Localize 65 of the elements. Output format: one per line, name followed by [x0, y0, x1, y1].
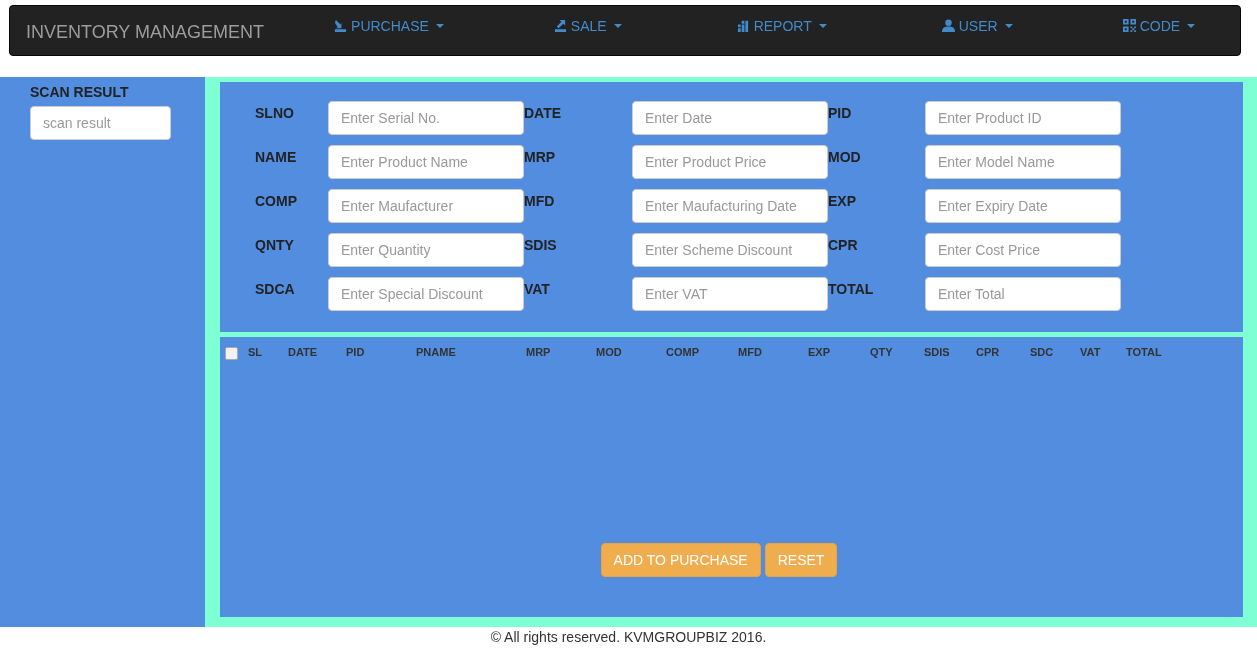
nav-menu[interactable]: USER [941, 17, 1013, 34]
caret-icon [1187, 23, 1196, 28]
caret-icon [818, 23, 827, 28]
column-header: CPR [975, 346, 1001, 358]
bar-chart-icon [736, 19, 750, 32]
input-field[interactable]: Enter Quantity [328, 233, 524, 267]
scan-result-field[interactable]: scan result [30, 106, 171, 140]
input-field[interactable]: Enter Maufacturing Date [632, 189, 828, 223]
input-field[interactable]: Enter Expiry Date [925, 189, 1121, 223]
upload-icon [553, 19, 567, 32]
user-icon [941, 19, 955, 32]
input-field[interactable]: Enter Special Discount [328, 277, 524, 311]
field-label: EXP [828, 193, 857, 209]
caret-icon [435, 23, 444, 28]
input-field[interactable]: Enter Scheme Discount [632, 233, 828, 267]
field-label: SLNO [255, 105, 295, 121]
field-label: NAME [255, 149, 298, 165]
input-field[interactable]: Enter Maufacturer [328, 189, 524, 223]
input-field[interactable]: Enter Total [925, 277, 1121, 311]
input-field[interactable]: Enter Model Name [925, 145, 1121, 179]
input-field[interactable]: Enter Product ID [925, 101, 1121, 135]
caret-icon [613, 23, 622, 28]
field-label: QNTY [255, 237, 295, 253]
field-label: MFD [524, 193, 556, 209]
qr-code-icon [1122, 19, 1136, 32]
input-field[interactable]: Enter VAT [632, 277, 828, 311]
footer-text: © All rights reserved. KVMGROUPBIZ 2016. [489, 629, 768, 645]
select-all-checkbox[interactable] [225, 347, 238, 360]
field-label: DATE [524, 105, 563, 121]
column-header: PID [345, 346, 366, 358]
input-field[interactable]: Enter Product Price [632, 145, 828, 179]
field-label: TOTAL [828, 281, 875, 297]
column-header: DATE [287, 346, 319, 358]
field-label: VAT [524, 281, 551, 297]
column-header: MFD [737, 346, 763, 358]
column-header: COMP [665, 346, 700, 358]
caret-icon [1004, 23, 1013, 28]
field-label: MRP [524, 149, 557, 165]
column-header: SDC [1029, 346, 1055, 358]
input-field[interactable]: Enter Serial No. [328, 101, 524, 135]
download-icon [334, 19, 348, 32]
nav-menu[interactable]: PURCHASE [334, 17, 444, 34]
scan-result-title: SCAN RESULT [30, 84, 130, 100]
column-header: PNAME [415, 346, 457, 358]
field-label: COMP [255, 193, 298, 209]
column-header: SDIS [923, 346, 951, 358]
column-header: TOTAL [1125, 346, 1163, 358]
brand-title: INVENTORY MANAGEMENT [26, 22, 265, 43]
field-label: SDCA [255, 281, 296, 297]
column-header: QTY [869, 346, 894, 358]
input-field[interactable]: Enter Cost Price [925, 233, 1121, 267]
field-label: SDIS [524, 237, 558, 253]
column-header: MRP [525, 346, 552, 358]
column-header: EXP [807, 346, 831, 358]
input-field[interactable]: Enter Date [632, 101, 828, 135]
column-header: VAT [1079, 346, 1102, 358]
column-header: SL [247, 346, 264, 358]
column-header: MOD [595, 346, 623, 358]
input-field[interactable]: Enter Product Name [328, 145, 524, 179]
nav-menu[interactable]: REPORT [736, 17, 827, 34]
field-label: MOD [828, 149, 862, 165]
nav-menu[interactable]: CODE [1122, 17, 1196, 34]
field-label: CPR [828, 237, 859, 253]
field-label: PID [828, 105, 853, 121]
nav-menu[interactable]: SALE [553, 17, 622, 34]
